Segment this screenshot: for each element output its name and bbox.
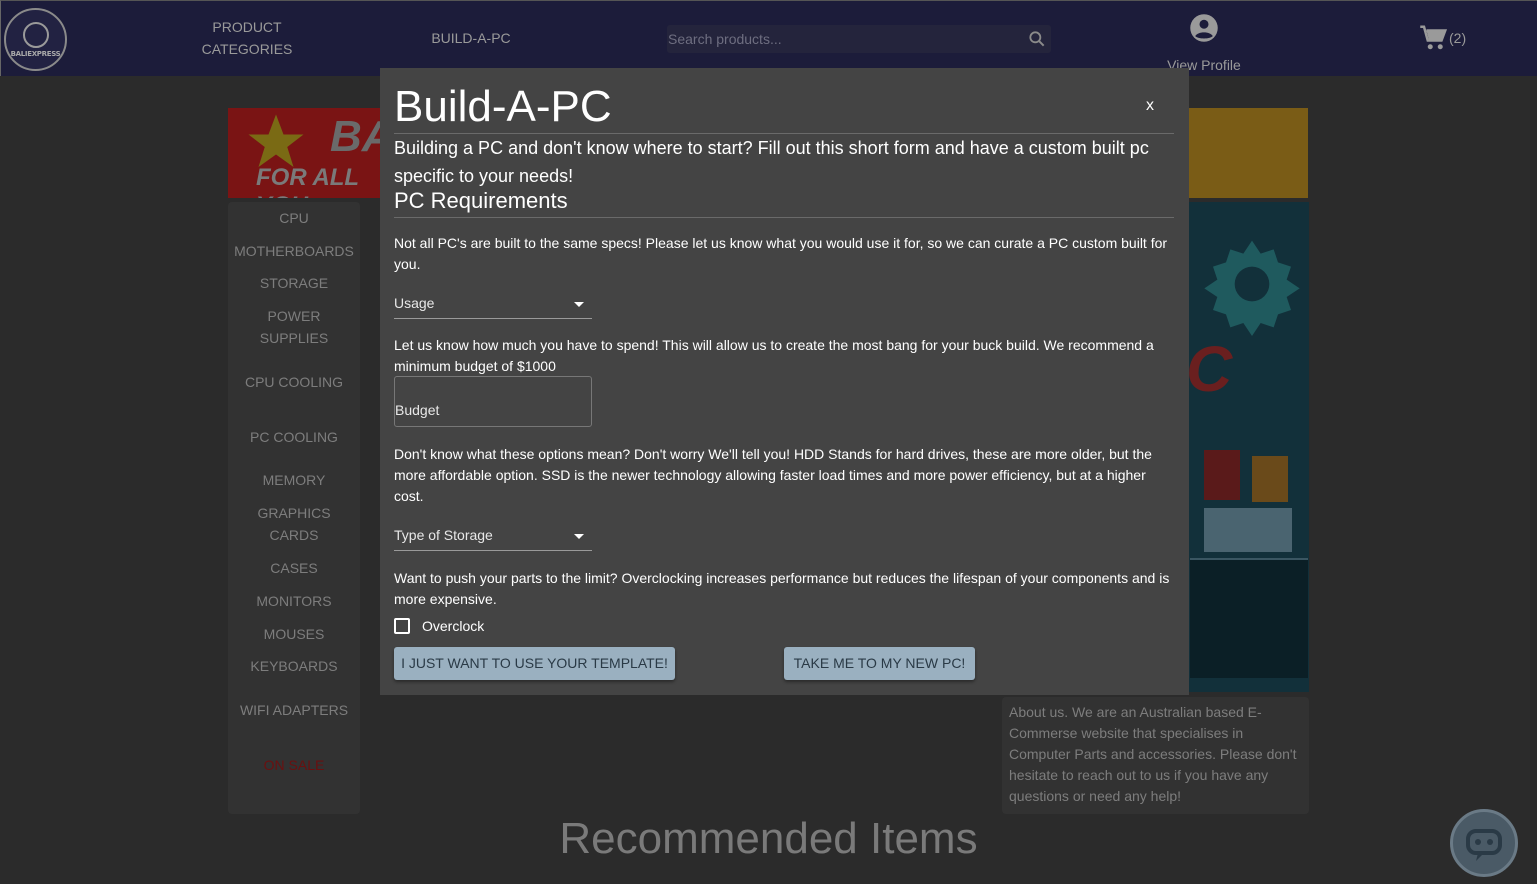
- ad-text: C: [1186, 333, 1233, 405]
- build-a-pc-ad[interactable]: C: [1180, 202, 1309, 692]
- ad-document-graphic: [1252, 456, 1288, 502]
- sidebar-item-memory[interactable]: MEMORY: [228, 469, 360, 491]
- overclock-checkbox-row[interactable]: Overclock: [394, 618, 484, 634]
- sidebar-item-motherboards[interactable]: MOTHERBOARDS: [228, 240, 360, 262]
- section-title: PC Requirements: [394, 188, 568, 213]
- logo-emblem: [22, 21, 49, 48]
- usage-select-label: Usage: [394, 295, 435, 311]
- usage-description: Not all PC's are built to the same specs…: [394, 235, 1168, 272]
- star-icon: [248, 114, 304, 167]
- usage-select[interactable]: Usage: [394, 289, 592, 319]
- chat-bot-button[interactable]: [1450, 809, 1518, 877]
- budget-input[interactable]: [395, 377, 591, 426]
- sidebar-item-monitors[interactable]: MONITORS: [228, 590, 360, 612]
- budget-description: Let us know how much you have to spend! …: [394, 337, 1154, 374]
- chat-bot-icon: [1466, 829, 1502, 861]
- budget-field-wrapper: [394, 376, 592, 427]
- overclock-label: Overclock: [422, 618, 485, 634]
- about-us-box: About us. We are an Australian based E-C…: [1002, 697, 1309, 814]
- sidebar-item-mouses[interactable]: MOUSES: [228, 623, 360, 645]
- use-template-button[interactable]: I JUST WANT TO USE YOUR TEMPLATE!: [394, 647, 675, 680]
- account-circle-icon: [1190, 14, 1218, 42]
- ad-board-graphic: [1204, 508, 1292, 552]
- banner-right-image: [1180, 108, 1308, 198]
- storage-description: Don't know what these options mean? Don'…: [394, 446, 1152, 504]
- search-icon[interactable]: [1027, 29, 1047, 49]
- sale-banner[interactable]: BA FOR ALL YOU: [228, 108, 388, 198]
- divider: [394, 217, 1174, 218]
- sidebar-item-on-sale[interactable]: ON SALE: [228, 754, 360, 776]
- category-sidebar: CPU MOTHERBOARDS STORAGE POWER SUPPLIES …: [228, 202, 360, 814]
- nav-product-categories[interactable]: PRODUCT CATEGORIES: [197, 16, 297, 60]
- sidebar-item-graphics-cards[interactable]: GRAPHICS CARDS: [228, 502, 360, 546]
- sidebar-item-storage[interactable]: STORAGE: [228, 272, 360, 294]
- sidebar-item-cases[interactable]: CASES: [228, 557, 360, 579]
- modal-title: Build-A-PC: [394, 82, 612, 131]
- sidebar-item-cpu[interactable]: CPU: [228, 207, 360, 229]
- gear-icon: [1204, 240, 1300, 336]
- dropdown-arrow-icon: [574, 302, 584, 307]
- build-a-pc-modal: Build-A-PC x Building a PC and don't kno…: [380, 68, 1189, 695]
- overclock-checkbox[interactable]: [394, 618, 410, 634]
- view-profile-link[interactable]: View Profile: [1161, 13, 1247, 73]
- cart-button[interactable]: (2): [1419, 23, 1466, 53]
- storage-type-select[interactable]: Type of Storage: [394, 521, 592, 551]
- ad-document-graphic: [1204, 450, 1240, 500]
- search-input[interactable]: [667, 25, 1017, 53]
- nav-build-a-pc[interactable]: BUILD-A-PC: [421, 27, 521, 49]
- storage-select-label: Type of Storage: [394, 527, 493, 543]
- overclock-description: Want to push your parts to the limit? Ov…: [394, 570, 1170, 607]
- search-bar: [667, 25, 1051, 53]
- site-logo[interactable]: BALIEXPRESS: [4, 8, 67, 71]
- logo-text: BALIEXPRESS: [10, 49, 61, 58]
- top-navbar: BALIEXPRESS PRODUCT CATEGORIES BUILD-A-P…: [0, 0, 1537, 76]
- modal-intro: Building a PC and don't know where to st…: [394, 138, 1149, 186]
- banner-text-bottom: FOR ALL YOU: [256, 164, 359, 198]
- sidebar-item-cpu-cooling[interactable]: CPU COOLING: [228, 371, 360, 393]
- shopping-cart-icon: [1420, 25, 1448, 50]
- cart-count: (2): [1449, 30, 1467, 46]
- ad-monitor-graphic: [1190, 558, 1308, 678]
- sidebar-item-wifi-adapters[interactable]: WIFI ADAPTERS: [228, 699, 360, 721]
- sidebar-item-keyboards[interactable]: KEYBOARDS: [228, 655, 360, 677]
- sidebar-item-pc-cooling[interactable]: PC COOLING: [228, 426, 360, 448]
- dropdown-arrow-icon: [574, 534, 584, 539]
- recommended-items-title: Recommended Items: [559, 814, 978, 863]
- new-pc-button[interactable]: TAKE ME TO MY NEW PC!: [784, 647, 975, 680]
- close-icon[interactable]: x: [1140, 96, 1160, 116]
- sidebar-item-power-supplies[interactable]: POWER SUPPLIES: [228, 305, 360, 349]
